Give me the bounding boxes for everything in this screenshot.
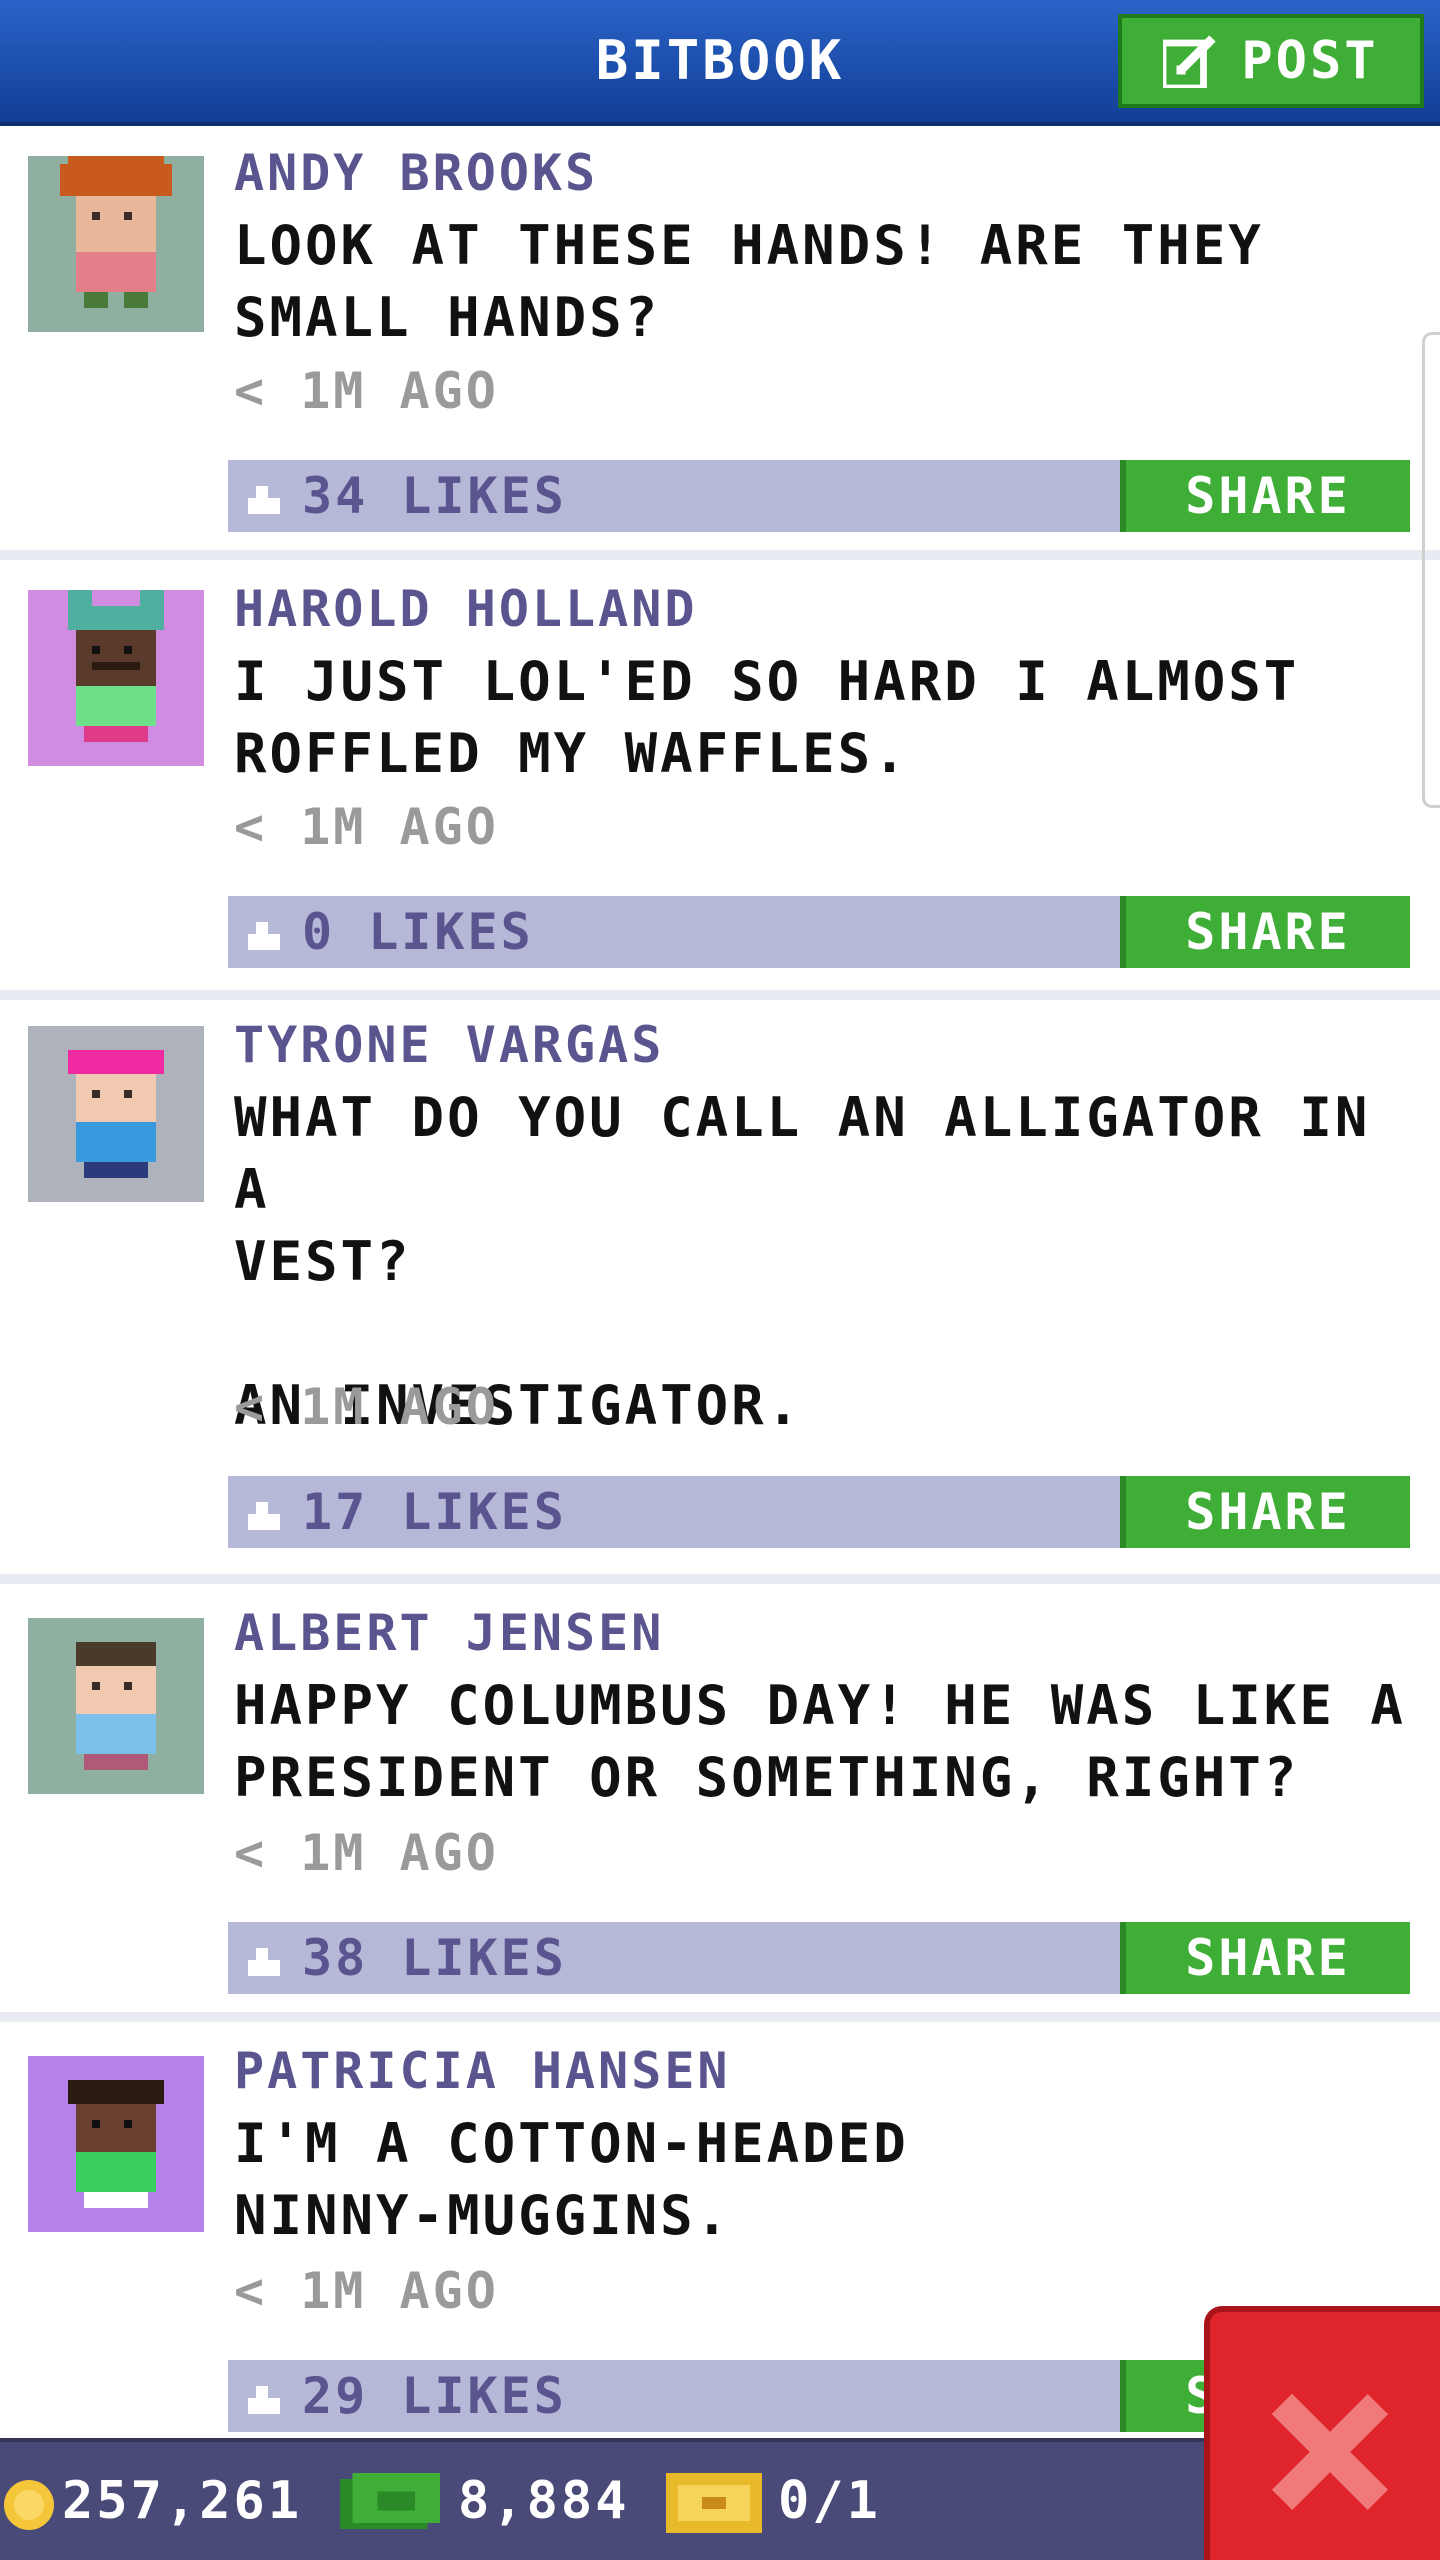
avatar[interactable] [28,1618,204,1794]
post-author[interactable]: PATRICIA HANSEN [234,2042,731,2100]
avatar[interactable] [28,1026,204,1202]
close-button[interactable] [1204,2306,1440,2560]
bux-icon [340,2472,440,2529]
like-count: 34 LIKES [302,467,567,525]
thumbs-up-icon[interactable] [244,2378,284,2418]
like-count: 17 LIKES [302,1483,567,1541]
post-button[interactable]: POST [1118,14,1424,108]
like-bar: 17 LIKES SHARE [228,1476,1410,1548]
post-item: TYRONE VARGAS WHAT DO YOU CALL AN ALLIGA… [0,1000,1440,1584]
ticket-icon [666,2473,762,2533]
post-text: I'M A COTTON-HEADED NINNY-MUGGINS. [234,2112,909,2247]
like-bar: 0 LIKES SHARE [228,896,1410,968]
edit-icon [1163,35,1217,88]
post-text: I JUST LOL'ED SO HARD I ALMOST ROFFLED M… [234,650,1300,785]
scrollbar-thumb[interactable] [1422,332,1440,808]
post-time: < 1M AGO [234,798,499,856]
thumbs-up-icon[interactable] [244,1940,284,1980]
post-text: HAPPY COLUMBUS DAY! HE WAS LIKE A PRESID… [234,1674,1406,1809]
like-count: 38 LIKES [302,1929,567,1987]
like-bar: 34 LIKES SHARE [228,460,1410,532]
thumbs-up-icon[interactable] [244,1494,284,1534]
close-icon [1271,2393,1389,2511]
post-text: LOOK AT THESE HANDS! ARE THEY SMALL HAND… [234,214,1264,349]
feed[interactable]: ANDY BROOKS LOOK AT THESE HANDS! ARE THE… [0,126,1440,2462]
like-count: 0 LIKES [302,903,534,961]
avatar[interactable] [28,2056,204,2232]
post-item: ANDY BROOKS LOOK AT THESE HANDS! ARE THE… [0,126,1440,560]
post-time: < 1M AGO [234,1378,499,1436]
post-author[interactable]: HAROLD HOLLAND [234,580,697,638]
post-author[interactable]: TYRONE VARGAS [234,1016,664,1074]
like-count: 29 LIKES [302,2367,567,2425]
thumbs-up-icon[interactable] [244,914,284,954]
bux-count: 8,884 [458,2471,630,2531]
avatar[interactable] [28,156,204,332]
post-time: < 1M AGO [234,2262,499,2320]
post-author[interactable]: ALBERT JENSEN [234,1604,664,1662]
coin-icon [4,2480,54,2530]
post-author[interactable]: ANDY BROOKS [234,144,598,202]
share-button[interactable]: SHARE [1120,460,1410,532]
post-time: < 1M AGO [234,1824,499,1882]
post-item: ALBERT JENSEN HAPPY COLUMBUS DAY! HE WAS… [0,1584,1440,2022]
post-label: POST [1241,31,1379,91]
post-time: < 1M AGO [234,362,499,420]
avatar[interactable] [28,590,204,766]
share-button[interactable]: SHARE [1120,1922,1410,1994]
ticket-count: 0/1 [778,2471,881,2531]
thumbs-up-icon[interactable] [244,478,284,518]
like-bar: 38 LIKES SHARE [228,1922,1410,1994]
post-item: HAROLD HOLLAND I JUST LOL'ED SO HARD I A… [0,560,1440,1000]
share-button[interactable]: SHARE [1120,896,1410,968]
app-header: BITBOOK POST [0,0,1440,126]
coin-count: 257,261 [62,2471,303,2531]
share-button[interactable]: SHARE [1120,1476,1410,1548]
